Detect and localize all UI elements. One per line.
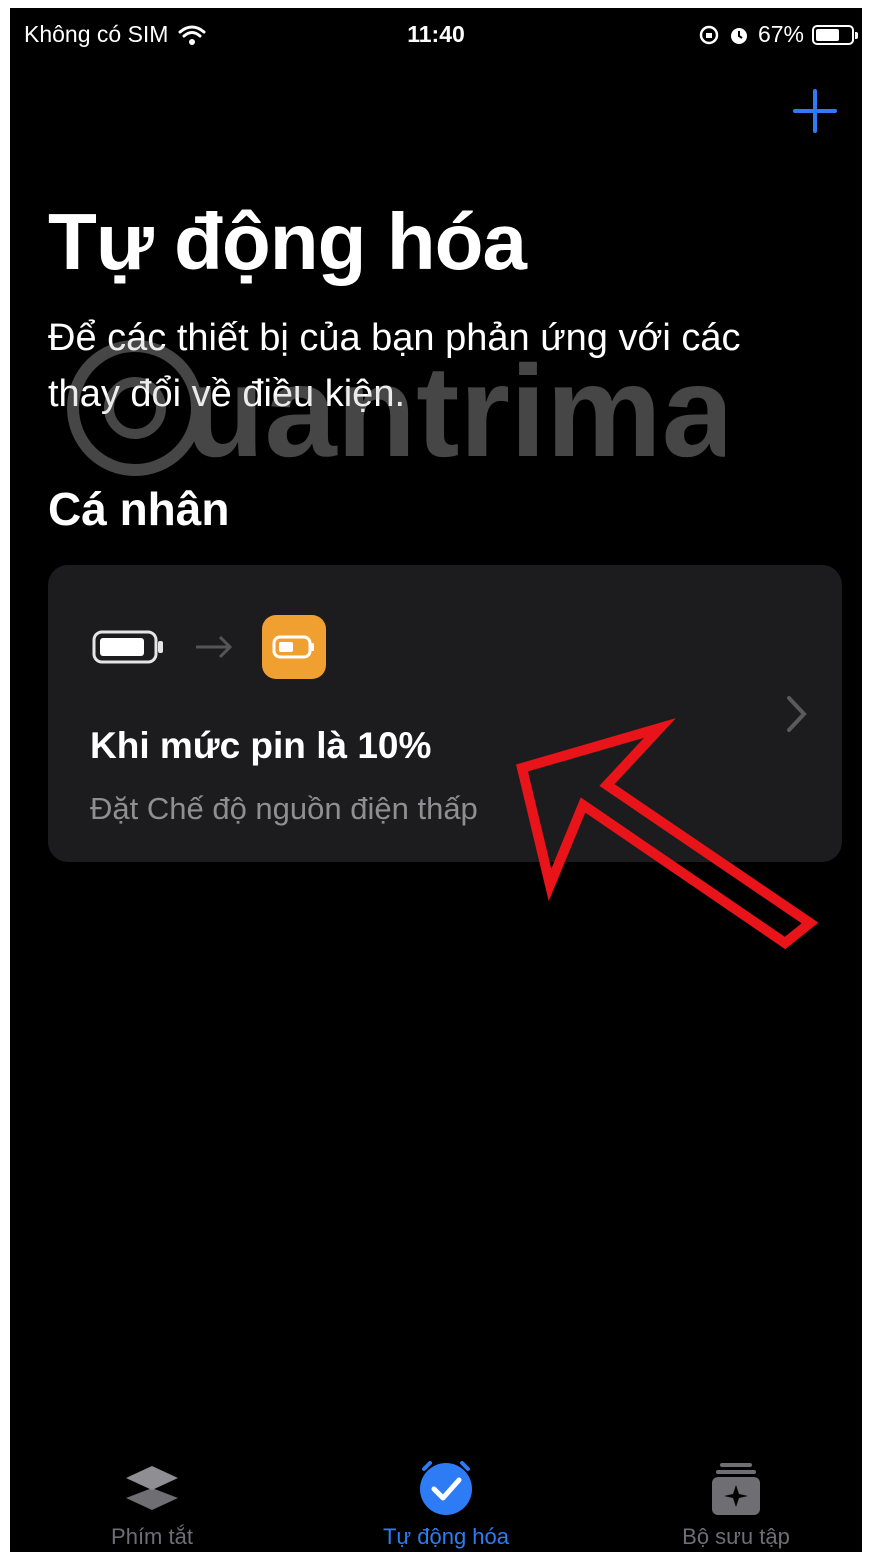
- low-power-mode-icon: [262, 615, 326, 679]
- tab-label: Phím tắt: [111, 1524, 193, 1549]
- tab-automation[interactable]: Tự động hóa: [326, 1460, 566, 1550]
- tab-shortcuts[interactable]: Phím tắt: [32, 1460, 272, 1550]
- status-right-group: 67%: [698, 21, 858, 48]
- battery-icon: [92, 630, 163, 664]
- section-title: Cá nhân: [48, 483, 230, 535]
- arrow-right-icon: [196, 635, 233, 659]
- tab-bar: Phím tắt Tự động hóa Bộ sưu tập: [10, 1442, 862, 1552]
- alarm-icon: [730, 27, 747, 44]
- orientation-lock-icon: [699, 25, 719, 44]
- chevron-right-icon: [787, 696, 807, 732]
- battery-icon: [812, 24, 858, 45]
- clock-check-icon: [420, 1461, 472, 1515]
- gallery-icon: [712, 1463, 760, 1515]
- page-subtitle: Để các thiết bị của bạn phản ứng với các…: [48, 317, 741, 415]
- automation-subtitle: Đặt Chế độ nguồn điện thấp: [90, 791, 478, 826]
- page-title: Tự động hóa: [48, 197, 527, 286]
- tab-label: Bộ sưu tập: [682, 1524, 790, 1549]
- tab-label: Tự động hóa: [382, 1524, 510, 1549]
- tab-gallery[interactable]: Bộ sưu tập: [616, 1460, 856, 1550]
- plus-icon: [793, 89, 837, 133]
- automation-flow: [92, 615, 326, 679]
- battery-percent: 67%: [757, 21, 804, 47]
- layers-icon: [126, 1466, 178, 1510]
- phone-screen: Không có SIM 11:40 67% Tự động hóa Để cá…: [10, 8, 862, 1552]
- automation-card[interactable]: Khi mức pin là 10% Đặt Chế độ nguồn điện…: [48, 565, 842, 862]
- status-bar: Không có SIM 11:40 67%: [10, 8, 862, 58]
- add-automation-button[interactable]: [790, 86, 840, 136]
- automation-title: Khi mức pin là 10%: [90, 725, 432, 766]
